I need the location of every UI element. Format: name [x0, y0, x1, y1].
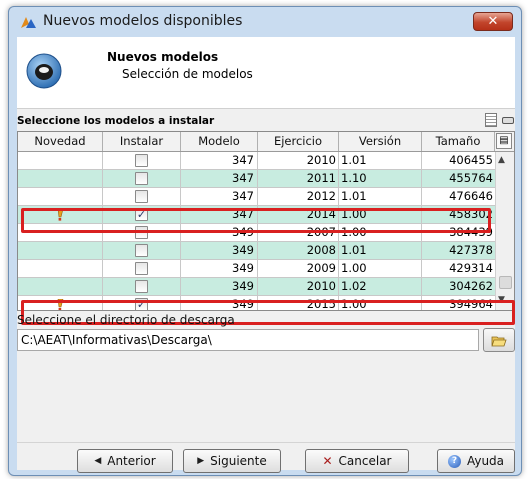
install-checkbox[interactable]	[135, 280, 148, 293]
install-checkbox[interactable]	[135, 262, 148, 275]
install-checkbox[interactable]	[135, 190, 148, 203]
header-subtitle: Selección de modelos	[122, 67, 253, 81]
modelo-cell: 349	[181, 260, 258, 277]
folder-open-icon	[491, 336, 507, 346]
close-button[interactable]: ✕	[473, 12, 513, 31]
header-logo-icon	[26, 53, 62, 89]
column-header-novedad[interactable]: Novedad	[18, 132, 103, 151]
scrollbar-thumb[interactable]	[499, 276, 512, 289]
novedad-cell	[18, 278, 103, 295]
cancel-button-label: Cancelar	[338, 454, 392, 468]
instalar-cell	[103, 170, 181, 187]
close-icon: ✕	[487, 14, 499, 29]
novedad-cell	[18, 170, 103, 187]
modelo-cell: 349	[181, 278, 258, 295]
next-button-label: Siguiente	[210, 454, 267, 468]
window-title: Nuevos modelos disponibles	[43, 13, 243, 29]
arrow-left-icon: ◀	[94, 456, 102, 466]
arrow-right-icon: ▶	[197, 456, 205, 466]
footer-separator	[17, 442, 515, 443]
column-header-modelo[interactable]: Modelo	[181, 132, 258, 151]
cancel-button[interactable]: ✕ Cancelar	[305, 449, 409, 473]
novedad-cell	[18, 152, 103, 169]
highlight-box-row-4	[21, 208, 491, 233]
previous-button[interactable]: ◀ Anterior	[77, 449, 173, 473]
version-cell: 1.02	[339, 278, 422, 295]
title-bar[interactable]: Nuevos modelos disponibles ✕	[9, 7, 521, 35]
table-row[interactable]: 347 2010 1.01 406455	[18, 152, 495, 170]
instalar-cell	[103, 242, 181, 259]
directory-input[interactable]: C:\AEAT\Informativas\Descarga\	[17, 329, 479, 351]
tamano-cell: 427378	[449, 243, 493, 257]
wizard-header: Nuevos modelos Selección de modelos	[17, 37, 515, 109]
ejercicio-cell: 2008	[258, 242, 339, 259]
instalar-cell	[103, 152, 181, 169]
directory-label: Seleccione el directorio de descarga	[17, 313, 235, 327]
modelo-cell: 347	[181, 170, 258, 187]
tamano-cell: 304262	[449, 279, 493, 293]
table-row[interactable]: 349 2010 1.02 304262	[18, 278, 495, 296]
modelo-cell: 347	[181, 152, 258, 169]
install-checkbox[interactable]	[135, 154, 148, 167]
models-section-label: Seleccione los modelos a instalar	[17, 115, 215, 127]
ejercicio-cell: 2011	[258, 170, 339, 187]
table-header: Novedad Instalar Modelo Ejercicio Versió…	[18, 132, 514, 152]
browse-button[interactable]	[483, 328, 515, 352]
column-header-instalar[interactable]: Instalar	[103, 132, 181, 151]
version-cell: 1.01	[339, 188, 422, 205]
table-row[interactable]: 349 2009 1.00 429314	[18, 260, 495, 278]
install-checkbox[interactable]	[135, 172, 148, 185]
collapse-icon[interactable]	[502, 117, 514, 124]
header-title: Nuevos modelos	[107, 50, 219, 64]
column-chooser-icon[interactable]: ▤	[496, 133, 512, 149]
tamano-cell: 476646	[449, 189, 493, 203]
ejercicio-cell: 2010	[258, 278, 339, 295]
version-cell: 1.00	[339, 260, 422, 277]
install-checkbox[interactable]	[135, 244, 148, 257]
column-header-ejercicio[interactable]: Ejercicio	[258, 132, 339, 151]
instalar-cell	[103, 260, 181, 277]
dialog-content: Nuevos modelos Selección de modelos Sele…	[17, 37, 515, 473]
column-header-tamano[interactable]: Tamaño	[422, 132, 495, 151]
ejercicio-cell: 2010	[258, 152, 339, 169]
tamano-cell: 406455	[449, 153, 493, 167]
scroll-up-arrow-icon[interactable]: ▲	[498, 155, 505, 165]
help-button-label: Ayuda	[466, 454, 505, 468]
novedad-cell	[18, 188, 103, 205]
novedad-cell	[18, 242, 103, 259]
ejercicio-cell: 2012	[258, 188, 339, 205]
vertical-scrollbar[interactable]: ▲ ▼	[495, 152, 514, 310]
instalar-cell	[103, 188, 181, 205]
list-view-icon[interactable]	[485, 113, 497, 127]
version-cell: 1.10	[339, 170, 422, 187]
table-row[interactable]: 347 2012 1.01 476646	[18, 188, 495, 206]
tamano-cell: 455764	[449, 171, 493, 185]
next-button[interactable]: ▶ Siguiente	[183, 449, 281, 473]
previous-button-label: Anterior	[107, 454, 156, 468]
app-logo-icon	[21, 17, 36, 28]
dialog-window: Nuevos modelos disponibles ✕ Nuevos mode…	[8, 6, 522, 476]
table-row[interactable]: 349 2008 1.01 427378	[18, 242, 495, 260]
version-cell: 1.01	[339, 152, 422, 169]
cancel-x-icon: ✕	[322, 454, 333, 468]
novedad-cell	[18, 260, 103, 277]
modelo-cell: 347	[181, 188, 258, 205]
help-button[interactable]: ? Ayuda	[437, 449, 515, 473]
modelo-cell: 349	[181, 242, 258, 259]
tamano-cell: 429314	[449, 261, 493, 275]
instalar-cell	[103, 278, 181, 295]
help-icon: ?	[447, 454, 461, 468]
version-cell: 1.01	[339, 242, 422, 259]
column-header-version[interactable]: Versión	[339, 132, 422, 151]
ejercicio-cell: 2009	[258, 260, 339, 277]
table-row[interactable]: 347 2011 1.10 455764	[18, 170, 495, 188]
